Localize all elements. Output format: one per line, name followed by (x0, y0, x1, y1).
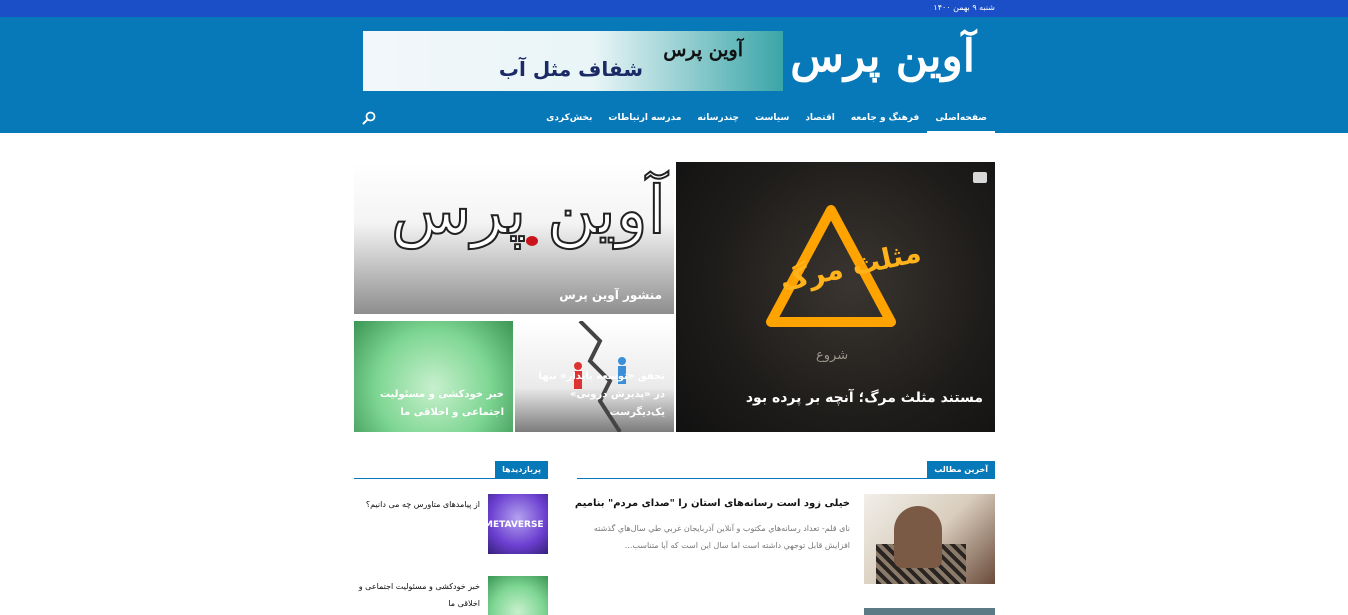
latest-post-item[interactable]: خیلی زود است رسانه‌های استان را "صدای مر… (575, 494, 995, 586)
person-shape (894, 506, 942, 568)
hero-small-1-title[interactable]: تحقق «توسعه پایدار» تنها در «پذیرش درونی… (525, 368, 665, 422)
nav-item-communication-school[interactable]: مدرسه ارتباطات (600, 103, 689, 133)
popular-posts-header: پربازدیدها (354, 461, 548, 479)
hero-main-title[interactable]: مستند مثلث مرگ؛ آنچه بر پرده بود (746, 390, 983, 406)
popular-post-1-title[interactable]: از پیامدهای متاورس چه می دانیم؟ (358, 496, 480, 513)
hero-main-art-sub: شروع (816, 348, 849, 363)
hero-small-2-title[interactable]: خبر خودکشی و مسئولیت اجتماعی و اخلاقی ما (364, 386, 504, 422)
hero-top-title[interactable]: منشور آوین پرس (559, 288, 662, 302)
top-bar: شنبه ۹ بهمن ۱۴۰۰ (0, 0, 1348, 17)
main-nav: صفحه‌اصلی فرهنگ و جامعه اقتصاد سیاست چند… (538, 103, 995, 133)
latest-posts-header: آخرین مطالب (577, 461, 995, 479)
nav-item-multimedia[interactable]: چندرسانه (689, 103, 747, 133)
latest-post-2-thumbnail[interactable] (864, 608, 995, 615)
nav-item-home[interactable]: صفحه‌اصلی (927, 103, 995, 133)
banner-brand: آوین پرس (663, 39, 743, 61)
popular-post-item[interactable]: METAVERSE از پیامدهای متاورس چه می دانیم… (354, 494, 548, 556)
banner-tagline: شفاف مثل آب (498, 57, 643, 81)
latest-post-title[interactable]: خیلی زود است رسانه‌های استان را "صدای مر… (575, 498, 850, 509)
hero-small-card-1[interactable]: تحقق «توسعه پایدار» تنها در «پذیرش درونی… (515, 321, 674, 432)
current-date: شنبه ۹ بهمن ۱۴۰۰ (933, 3, 995, 12)
nav-item-politics[interactable]: سیاست (747, 103, 797, 133)
hero-top-card[interactable]: آوین پرس منشور آوین پرس (354, 162, 674, 314)
popular-posts-label: پربازدیدها (495, 461, 548, 479)
latest-post-thumbnail[interactable] (864, 494, 995, 584)
popular-post-1-thumbnail[interactable]: METAVERSE (488, 494, 548, 554)
header-banner-ad[interactable]: آوین پرس شفاف مثل آب (363, 31, 783, 91)
site-logo[interactable]: آوین پرس (790, 31, 976, 82)
nav-item-economy[interactable]: اقتصاد (797, 103, 843, 133)
hero-small-card-2[interactable]: خبر خودکشی و مسئولیت اجتماعی و اخلاقی ما (354, 321, 513, 432)
popular-post-2-thumbnail[interactable] (488, 576, 548, 615)
nav-item-culture-society[interactable]: فرهنگ و جامعه (843, 103, 927, 133)
nav-item-kurdish[interactable]: بخش‌کردی (538, 103, 600, 133)
hero-main-card[interactable]: مثلث مرگ شروع مستند مثلث مرگ؛ آنچه بر پر… (676, 162, 995, 432)
search-icon[interactable] (362, 111, 376, 125)
latest-posts-label: آخرین مطالب (927, 461, 995, 479)
metaverse-thumb-text: METAVERSE (488, 520, 544, 530)
camera-icon (973, 172, 987, 183)
red-dot-decoration (526, 236, 538, 246)
site-header: آوین پرس آوین پرس شفاف مثل آب صفحه‌اصلی … (0, 17, 1348, 133)
popular-post-2-title[interactable]: خبر خودکشی و مسئولیت اجتماعی و اخلاقی ما (358, 578, 480, 612)
popular-post-item[interactable]: خبر خودکشی و مسئولیت اجتماعی و اخلاقی ما (354, 576, 548, 615)
latest-post-excerpt: نای قلم- تعداد رسانه‌هاي مكتوب و آنلاين … (593, 524, 850, 550)
